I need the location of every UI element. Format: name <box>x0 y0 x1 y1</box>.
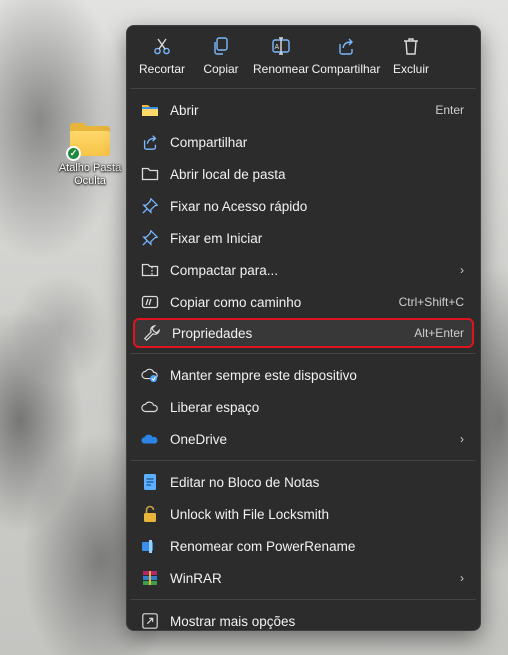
menu-item-edit-notepad[interactable]: Editar no Bloco de Notas <box>127 466 480 498</box>
menu-item-label: Manter sempre este dispositivo <box>170 367 357 383</box>
cloud-icon <box>141 398 159 416</box>
menu-item-winrar[interactable]: WinRAR › <box>127 562 480 594</box>
notepad-icon <box>141 473 159 491</box>
menu-item-pin-start[interactable]: Fixar em Iniciar <box>127 222 480 254</box>
pin-icon <box>141 197 159 215</box>
menu-item-label: Unlock with File Locksmith <box>170 506 330 522</box>
menu-item-label: Fixar no Acesso rápido <box>170 198 308 214</box>
winrar-icon <box>141 569 159 587</box>
menu-item-label: Liberar espaço <box>170 399 260 415</box>
menu-item-copy-as-path[interactable]: Copiar como caminho Ctrl+Shift+C <box>127 286 480 318</box>
powerrename-icon <box>141 537 159 555</box>
desktop-icon-label: Atalho Pasta Oculta <box>58 162 122 187</box>
folder-icon: ✓ <box>66 122 112 161</box>
share-label: Compartilhar <box>311 62 381 76</box>
menu-item-label: Fixar em Iniciar <box>170 230 263 246</box>
copy-icon <box>214 37 228 55</box>
menu-item-label: Editar no Bloco de Notas <box>170 474 320 490</box>
lock-icon <box>141 505 159 523</box>
context-menu: Recortar Copiar A Renomear Compartilhar <box>126 25 481 631</box>
pin-icon <box>141 229 159 247</box>
menu-item-label: OneDrive <box>170 431 228 447</box>
menu-item-share[interactable]: Compartilhar <box>127 126 480 158</box>
copy-label: Copiar <box>203 62 239 76</box>
menu-item-file-locksmith[interactable]: Unlock with File Locksmith <box>127 498 480 530</box>
menu-item-pin-quick-access[interactable]: Fixar no Acesso rápido <box>127 190 480 222</box>
sync-check-icon: ✓ <box>66 146 81 161</box>
scissors-icon <box>154 38 170 55</box>
chevron-right-icon: › <box>460 571 464 585</box>
shortcut-text: Enter <box>435 103 464 117</box>
menu-item-open[interactable]: Abrir Enter <box>127 94 480 126</box>
folder-open-icon <box>141 101 159 119</box>
wrench-icon <box>143 324 161 342</box>
delete-button[interactable]: Excluir <box>381 36 441 88</box>
delete-label: Excluir <box>392 62 429 76</box>
menu-item-properties[interactable]: Propriedades Alt+Enter <box>133 318 474 348</box>
folder-outline-icon <box>141 165 159 183</box>
rename-label: Renomear <box>252 62 310 76</box>
context-toolbar: Recortar Copiar A Renomear Compartilhar <box>127 26 480 88</box>
desktop-shortcut-folder[interactable]: ✓ Atalho Pasta Oculta <box>52 122 128 188</box>
menu-item-show-more-options[interactable]: Mostrar mais opções <box>127 605 480 637</box>
menu-item-keep-on-device[interactable]: Manter sempre este dispositivo <box>127 359 480 391</box>
menu-item-compress[interactable]: Compactar para... › <box>127 254 480 286</box>
menu-item-label: Compactar para... <box>170 262 279 278</box>
more-options-icon <box>141 612 159 630</box>
share-button[interactable]: Compartilhar <box>311 36 381 88</box>
menu-item-label: Copiar como caminho <box>170 294 302 310</box>
menu-item-open-folder-location[interactable]: Abrir local de pasta <box>127 158 480 190</box>
shortcut-text: Ctrl+Shift+C <box>398 295 464 309</box>
menu-item-label: Abrir local de pasta <box>170 166 286 182</box>
onedrive-icon <box>141 430 159 448</box>
zip-folder-icon <box>141 261 159 279</box>
menu-item-label: Abrir <box>170 102 199 118</box>
cloud-sync-icon <box>141 366 159 384</box>
share-icon <box>339 38 353 55</box>
menu-item-label: Mostrar mais opções <box>170 613 296 629</box>
shortcut-text: Alt+Enter <box>414 326 464 340</box>
menu-item-free-space[interactable]: Liberar espaço <box>127 391 480 423</box>
menu-item-label: Compartilhar <box>170 134 248 150</box>
cut-button[interactable]: Recortar <box>133 36 191 88</box>
trash-icon <box>404 38 418 55</box>
chevron-right-icon: › <box>460 432 464 446</box>
copy-button[interactable]: Copiar <box>191 36 251 88</box>
cut-label: Recortar <box>138 62 185 76</box>
svg-text:A: A <box>275 44 280 51</box>
menu-item-powerrename[interactable]: Renomear com PowerRename <box>127 530 480 562</box>
rename-icon: A <box>272 37 290 55</box>
share-icon <box>141 133 159 151</box>
menu-item-onedrive[interactable]: OneDrive › <box>127 423 480 455</box>
path-icon <box>141 293 159 311</box>
menu-item-label: WinRAR <box>170 570 222 586</box>
menu-item-label: Renomear com PowerRename <box>170 538 356 554</box>
menu-item-label: Propriedades <box>172 325 253 341</box>
chevron-right-icon: › <box>460 263 464 277</box>
rename-button[interactable]: A Renomear <box>251 36 311 88</box>
